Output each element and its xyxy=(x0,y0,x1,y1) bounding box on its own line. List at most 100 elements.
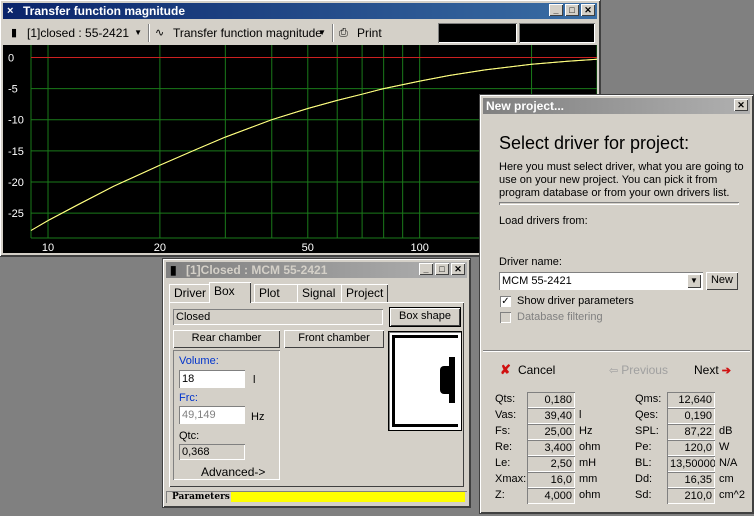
param-name: Fs: xyxy=(495,425,511,437)
minimize-icon[interactable]: _ xyxy=(549,4,563,16)
x-tick-label: 100 xyxy=(410,242,428,253)
readout-box-1 xyxy=(438,23,517,43)
param-unit: mH xyxy=(579,457,597,469)
y-tick-label: -20 xyxy=(8,177,24,189)
mode-selector[interactable]: ∿ Transfer function magnitude ▼ xyxy=(153,24,328,42)
right-arrow-icon: ➔ xyxy=(721,365,731,377)
show-params-label: Show driver parameters xyxy=(517,295,634,307)
maximize-icon[interactable]: □ xyxy=(565,4,579,16)
box-shape-button[interactable]: Box shape xyxy=(390,308,460,326)
front-chamber-button[interactable]: Front chamber xyxy=(284,330,384,348)
box-type-field[interactable]: Closed xyxy=(173,309,383,325)
param-name: Xmax: xyxy=(495,473,527,485)
toolbar-separator xyxy=(332,24,333,42)
rear-chamber-group: Volume: 18 l Frc: 49,149 Hz Qtc: 0,368 A… xyxy=(173,350,280,480)
param-name: Re: xyxy=(495,441,513,453)
close-icon[interactable]: ✕ xyxy=(451,263,465,275)
print-label: Print xyxy=(357,26,382,40)
param-name: Dd: xyxy=(635,473,653,485)
db-filter-checkbox xyxy=(500,312,511,323)
previous-button: ⇦ Previous xyxy=(609,362,668,378)
frc-field: 49,149 xyxy=(179,406,245,424)
status-progress xyxy=(231,492,465,502)
y-tick-label: -15 xyxy=(8,146,24,158)
left-arrow-icon: ⇦ xyxy=(609,365,619,377)
box-tabs: Driver Box Plot Signal Project xyxy=(169,282,464,304)
close-icon[interactable]: ✕ xyxy=(734,99,748,111)
separator xyxy=(483,350,750,352)
box-window: ▮ [1]Closed : MCM 55-2421 _ □ ✕ Driver B… xyxy=(163,259,470,507)
param-value: 12,640 xyxy=(667,392,715,408)
plot-titlebar[interactable]: × Transfer function magnitude _ □ ✕ xyxy=(3,3,597,19)
param-unit: cm^2 xyxy=(719,489,745,501)
volume-label: Volume: xyxy=(179,355,219,367)
driver-name-value: MCM 55-2421 xyxy=(502,275,572,287)
readout-box-2 xyxy=(519,23,595,43)
app-icon: × xyxy=(7,5,14,17)
tab-signal[interactable]: Signal xyxy=(297,284,345,302)
param-value: 13,50000 xyxy=(667,456,715,472)
driver-magnet-shape xyxy=(449,357,455,403)
plot-window-title: Transfer function magnitude xyxy=(23,4,186,18)
chevron-down-icon[interactable]: ▼ xyxy=(687,274,701,288)
rear-chamber-button[interactable]: Rear chamber xyxy=(173,330,280,348)
toolbar-separator xyxy=(148,24,149,42)
box-window-title: [1]Closed : MCM 55-2421 xyxy=(186,263,328,277)
previous-label: Previous xyxy=(621,363,668,377)
separator xyxy=(499,202,739,205)
param-unit: Hz xyxy=(579,425,593,437)
param-name: Qts: xyxy=(495,393,516,405)
driver-name-label: Driver name: xyxy=(499,256,562,268)
dialog-title: New project... xyxy=(486,99,565,113)
param-unit: l xyxy=(579,409,582,421)
box-titlebar[interactable]: ▮ [1]Closed : MCM 55-2421 _ □ ✕ xyxy=(166,262,467,278)
new-project-dialog: New project... ✕ Select driver for proje… xyxy=(480,95,753,513)
param-name: Pe: xyxy=(635,441,652,453)
param-value: 39,40 xyxy=(527,408,575,424)
x-tick-label: 50 xyxy=(302,242,314,253)
close-icon[interactable]: ✕ xyxy=(581,4,595,16)
param-unit: W xyxy=(719,441,730,453)
tab-plot[interactable]: Plot xyxy=(254,284,302,302)
cancel-button[interactable]: ✘ Cancel xyxy=(500,362,555,378)
project-selector[interactable]: ▮ [1]closed : 55-2421 ▼ xyxy=(9,24,144,42)
dialog-description: Here you must select driver, what you ar… xyxy=(499,161,744,199)
param-value: 16,0 xyxy=(527,472,575,488)
minimize-icon[interactable]: _ xyxy=(419,263,433,275)
y-tick-label: -5 xyxy=(8,84,18,96)
param-unit: ohm xyxy=(579,489,601,501)
db-filter-label: Database filtering xyxy=(517,311,603,323)
qtc-field: 0,368 xyxy=(179,444,245,460)
show-params-checkbox[interactable]: ✓ xyxy=(500,296,511,307)
tab-driver[interactable]: Driver xyxy=(169,284,211,302)
new-driver-button[interactable]: New xyxy=(706,272,738,290)
param-value: 16,35 xyxy=(667,472,715,488)
volume-input[interactable]: 18 xyxy=(179,370,245,388)
param-name: Sd: xyxy=(635,489,652,501)
speaker-icon: ▮ xyxy=(11,27,18,39)
y-tick-label: 0 xyxy=(8,52,14,64)
speaker-icon: ▮ xyxy=(170,263,177,277)
maximize-icon[interactable]: □ xyxy=(435,263,449,275)
y-tick-label: -10 xyxy=(8,115,24,127)
param-value: 210,0 xyxy=(667,488,715,504)
qtc-label: Qtc: xyxy=(179,430,200,442)
param-name: Z: xyxy=(495,489,505,501)
tab-project[interactable]: Project xyxy=(341,284,389,302)
next-button[interactable]: Next ➔ xyxy=(694,362,731,378)
driver-name-combo[interactable]: MCM 55-2421 ▼ xyxy=(499,272,703,290)
tab-box[interactable]: Box xyxy=(209,282,251,303)
frc-label: Frc: xyxy=(179,392,198,404)
dialog-titlebar[interactable]: New project... ✕ xyxy=(483,98,750,114)
advanced-button[interactable]: Advanced-> xyxy=(201,465,265,479)
project-selector-label: [1]closed : 55-2421 xyxy=(27,26,130,40)
param-unit: cm xyxy=(719,473,734,485)
param-value: 2,50 xyxy=(527,456,575,472)
cancel-label: Cancel xyxy=(517,363,556,377)
parameters-bar: Parameters xyxy=(166,491,467,503)
print-button[interactable]: ⎙ Print xyxy=(337,24,385,42)
param-value: 87,22 xyxy=(667,424,715,440)
plot-toolbar: ▮ [1]closed : 55-2421 ▼ ∿ Transfer funct… xyxy=(3,21,597,45)
dialog-heading: Select driver for project: xyxy=(499,133,690,153)
chevron-down-icon: ▼ xyxy=(318,28,326,37)
